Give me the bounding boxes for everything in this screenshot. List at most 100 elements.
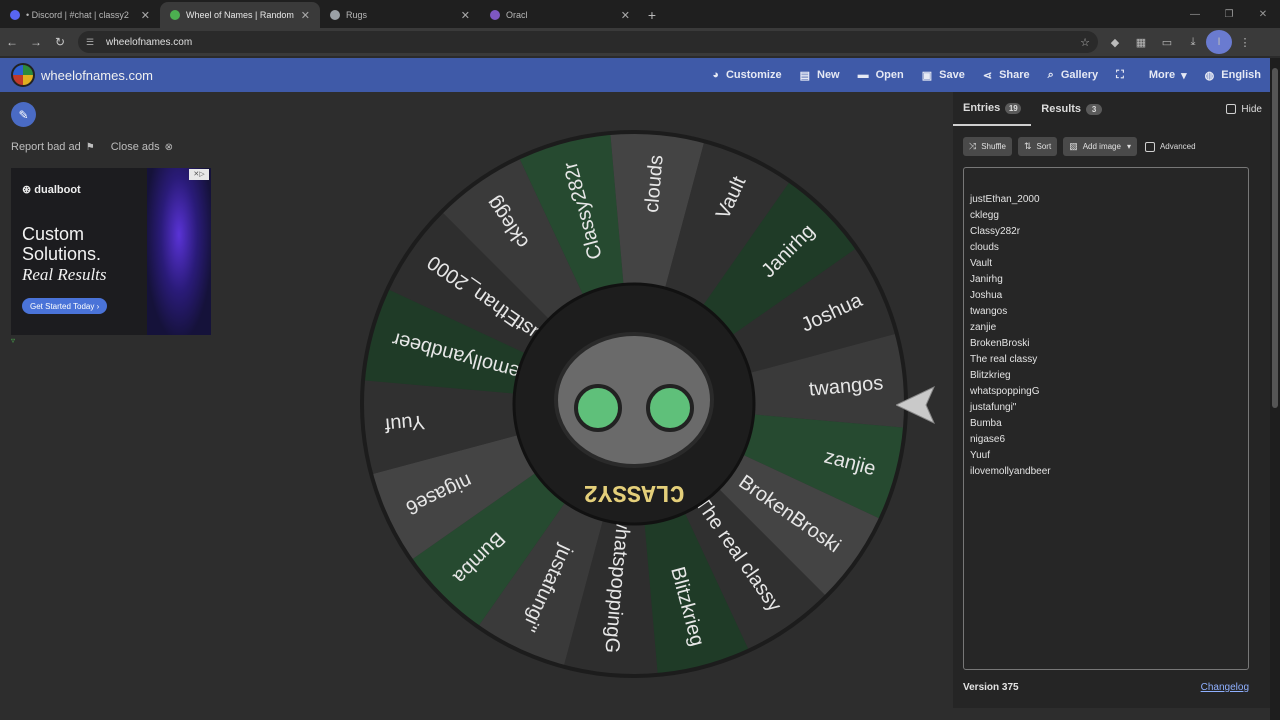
download-icon[interactable]: ⤓ xyxy=(1180,30,1206,54)
back-icon[interactable]: ← xyxy=(0,30,24,54)
changelog-link[interactable]: Changelog xyxy=(1201,682,1249,693)
minimize-icon[interactable]: — xyxy=(1178,0,1212,28)
menu-label: English xyxy=(1221,69,1261,81)
close-ads-link[interactable]: Close ads ⊗ xyxy=(111,141,173,153)
entry-line: zanjie xyxy=(970,322,997,333)
site-brand[interactable]: wheelofnames.com xyxy=(41,68,153,83)
fullscreen-icon: ⛶ xyxy=(1116,68,1124,81)
menu-more[interactable]: More ▾ xyxy=(1140,58,1196,92)
reload-icon[interactable]: ↻ xyxy=(48,30,72,54)
tab-favicon-icon xyxy=(330,10,340,20)
browser-tab[interactable]: • Discord | #chat | classy2 ✕ xyxy=(0,2,160,28)
puzzle-icon[interactable]: ▦ xyxy=(1128,30,1154,54)
site-header: wheelofnames.com ◕ Customize ▤ New ▬ Open ▣ Sav… xyxy=(0,58,1270,92)
name-wheel[interactable]: justEthan_2000cklegg Classy282r clouds Vaul… xyxy=(358,128,910,680)
entry-line: cklegg xyxy=(970,210,999,221)
chevron-down-icon: ▾ xyxy=(1181,69,1187,82)
folder-icon: ▬ xyxy=(857,69,869,81)
palette-icon: ◕ xyxy=(712,69,719,81)
report-bad-ad-label: Report bad ad xyxy=(11,141,81,153)
ad-close-icon[interactable]: ✕▷ xyxy=(189,169,209,180)
wheel-logo-icon[interactable] xyxy=(11,63,35,87)
tab-close-icon[interactable]: ✕ xyxy=(461,9,470,22)
browser-tab[interactable]: Rugs ✕ xyxy=(320,2,480,28)
menu-english[interactable]: ◍ English xyxy=(1196,58,1270,92)
menu-share[interactable]: ⋖ Share xyxy=(974,58,1039,92)
profile-avatar[interactable]: I xyxy=(1206,30,1232,54)
plus-icon[interactable]: + xyxy=(640,2,664,28)
entry-line: Classy282r xyxy=(970,226,1021,237)
entry-line: justafungi" xyxy=(970,402,1017,413)
menu-customize[interactable]: ◕ Customize xyxy=(703,58,790,92)
sort-button[interactable]: ⇅ Sort xyxy=(1017,137,1058,156)
bookmark-star-icon[interactable]: ☆ xyxy=(1080,36,1090,49)
ad-headline-line2: Solutions. xyxy=(22,244,102,264)
edit-pencil-icon[interactable]: ✎ xyxy=(11,102,36,127)
restore-icon[interactable]: ❐ xyxy=(1212,0,1246,28)
results-count-badge: 3 xyxy=(1086,103,1103,115)
flag-icon: ⚑ xyxy=(85,141,95,153)
menu-label: Open xyxy=(875,69,904,81)
wheel-center-text: CLASSY2 xyxy=(584,478,685,505)
entries-panel: Entries 19 Results 3 Hide ⤨ Shuffle ⇅ Sort… xyxy=(953,92,1270,708)
report-bad-ad-link[interactable]: Report bad ad ⚑ xyxy=(11,141,95,153)
menu-save[interactable]: ▣ Save xyxy=(913,58,974,92)
browser-tab[interactable]: Oracl ✕ xyxy=(480,2,640,28)
ad-cta-button[interactable]: Get Started Today › xyxy=(22,298,108,314)
shuffle-icon: ⤨ xyxy=(969,141,977,151)
menu-label: Gallery xyxy=(1060,69,1099,81)
hide-checkbox-box[interactable] xyxy=(1226,104,1237,114)
forward-icon[interactable]: → xyxy=(24,30,48,54)
wheel-pointer-icon xyxy=(896,385,936,425)
adchoices-icon[interactable]: ▿ xyxy=(11,336,15,345)
menu-label: More xyxy=(1148,69,1176,81)
tab-favicon-icon xyxy=(490,10,500,20)
browser-tab-strip: • Discord | #chat | classy2 ✕ Wheel of Nam… xyxy=(0,0,1280,28)
ad-controls: Report bad ad ⚑ Close ads ⊗ xyxy=(11,141,189,153)
advanced-checkbox[interactable]: Advanced xyxy=(1144,141,1196,152)
browser-toolbar: ← → ↻ ☰ wheelofnames.com ☆ ◆ ▦ ▭ ⤓ I ⋮ xyxy=(0,28,1280,56)
shuffle-label: Shuffle xyxy=(981,142,1006,151)
entry-line: Yuuf xyxy=(970,450,991,461)
address-bar[interactable]: ☰ wheelofnames.com ☆ xyxy=(78,31,1098,53)
tab-entries[interactable]: Entries 19 xyxy=(953,92,1032,126)
hide-checkbox[interactable]: Hide xyxy=(1226,104,1262,115)
close-window-icon[interactable]: ✕ xyxy=(1246,0,1280,28)
browser-tab[interactable]: Wheel of Names | Random nam ✕ xyxy=(160,2,320,28)
menu-label: Share xyxy=(999,69,1030,81)
window-controls: — ❐ ✕ xyxy=(1178,0,1280,28)
menu-label: New xyxy=(817,69,840,81)
kebab-menu-icon[interactable]: ⋮ xyxy=(1232,30,1258,54)
entries-toolbar: ⤨ Shuffle ⇅ Sort ▧ Add image ▾ Advanced xyxy=(963,137,1196,156)
menu-fullscreen[interactable]: ⛶ xyxy=(1107,58,1140,92)
sidepanel-icon[interactable]: ▭ xyxy=(1154,30,1180,54)
add-image-button[interactable]: ▧ Add image ▾ xyxy=(1063,137,1137,156)
site-info-icon[interactable]: ☰ xyxy=(86,37,100,48)
menu-new[interactable]: ▤ New xyxy=(791,58,849,92)
ad-headline-italic: Real Results xyxy=(22,265,107,284)
file-icon: ▤ xyxy=(799,69,810,82)
globe-icon: ◍ xyxy=(1204,69,1215,82)
tab-results[interactable]: Results 3 xyxy=(1031,92,1112,126)
entry-line: Janirhg xyxy=(970,274,1003,285)
advanced-checkbox-box[interactable] xyxy=(1144,141,1155,152)
entry-line: justEthan_2000 xyxy=(970,194,1040,205)
tab-close-icon[interactable]: ✕ xyxy=(301,9,310,22)
advertisement[interactable]: ✕▷ ⊛ dualboot Custom Solutions. Real Res… xyxy=(11,168,211,335)
page-scrollbar[interactable] xyxy=(1270,58,1280,720)
extension-icon[interactable]: ◆ xyxy=(1102,30,1128,54)
tab-close-icon[interactable]: ✕ xyxy=(141,9,150,22)
entries-textarea[interactable]: justEthan_2000 cklegg Classy282r clouds Vaul… xyxy=(963,167,1249,670)
ad-brand-label: dualboot xyxy=(34,184,81,196)
close-ads-label: Close ads xyxy=(110,141,160,153)
menu-gallery[interactable]: ⌕ Gallery xyxy=(1039,58,1107,92)
scrollbar-thumb[interactable] xyxy=(1272,68,1278,408)
share-icon: ⋖ xyxy=(982,69,993,82)
hide-label: Hide xyxy=(1241,103,1262,115)
menu-label: Save xyxy=(939,69,965,81)
menu-open[interactable]: ▬ Open xyxy=(849,58,913,92)
tab-close-icon[interactable]: ✕ xyxy=(621,9,630,22)
url-text: wheelofnames.com xyxy=(106,36,193,48)
entries-count-badge: 19 xyxy=(1005,102,1022,114)
shuffle-button[interactable]: ⤨ Shuffle xyxy=(963,137,1012,156)
